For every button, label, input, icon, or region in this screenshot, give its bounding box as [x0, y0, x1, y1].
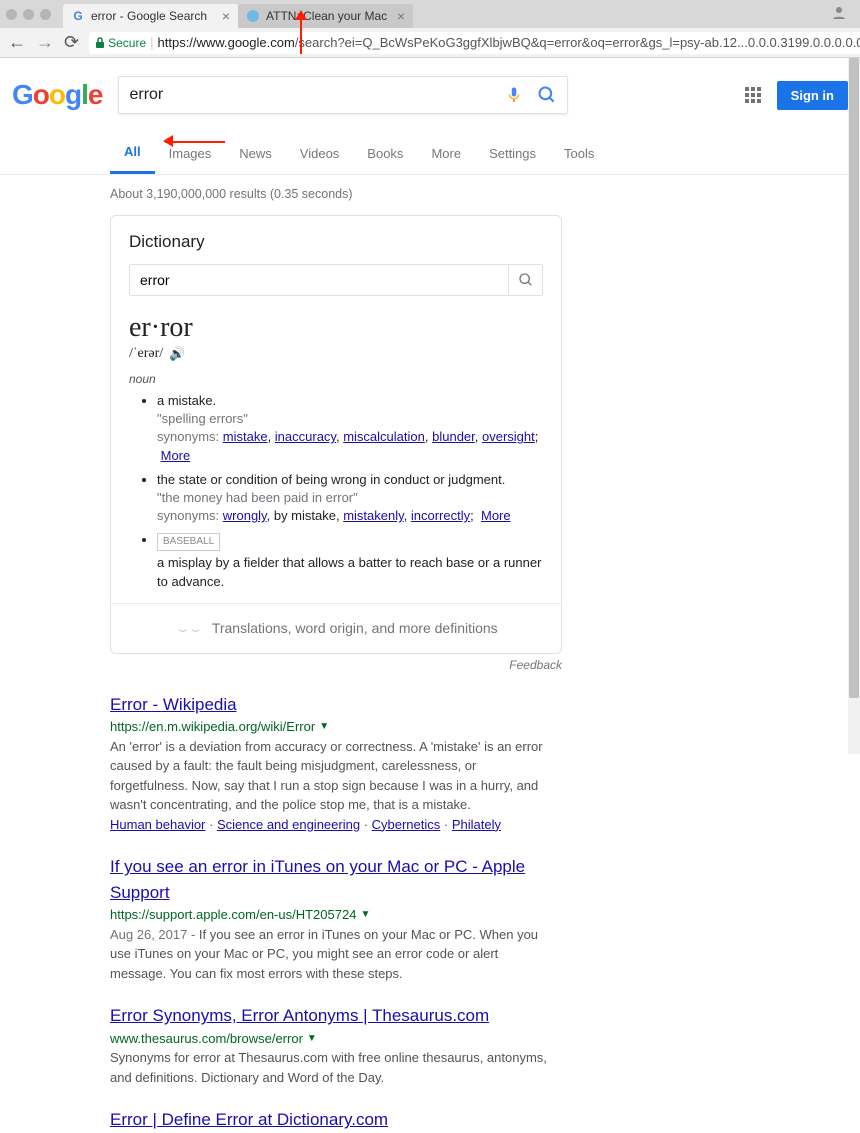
result-snippet: An 'error' is a deviation from accuracy …: [110, 737, 550, 815]
search-result: Error - Wikipedia https://en.m.wikipedia…: [110, 692, 550, 835]
profile-icon[interactable]: [830, 4, 848, 25]
synonym-link[interactable]: mistake: [223, 429, 268, 444]
nav-news[interactable]: News: [225, 134, 286, 173]
apps-icon[interactable]: [745, 87, 761, 103]
signin-button[interactable]: Sign in: [777, 81, 848, 110]
search-box[interactable]: [118, 76, 568, 114]
definition-item: the state or condition of being wrong in…: [157, 471, 543, 526]
result-title[interactable]: Error | Define Error at Dictionary.com: [110, 1110, 388, 1129]
search-result: If you see an error in iTunes on your Ma…: [110, 854, 550, 983]
more-link[interactable]: More: [161, 448, 191, 463]
dropdown-icon[interactable]: ▼: [307, 1031, 317, 1046]
browser-toolbar: ← → ⟳ Secure | https://www.google.com/se…: [0, 28, 860, 58]
nav-tools[interactable]: Tools: [550, 134, 608, 173]
mic-icon[interactable]: [505, 86, 523, 104]
google-favicon: G: [71, 9, 85, 23]
tab-title: error - Google Search: [91, 9, 207, 23]
result-sublink[interactable]: Philately: [452, 817, 501, 832]
definition-item: BASEBALL a misplay by a fielder that all…: [157, 531, 543, 590]
result-stats: About 3,190,000,000 results (0.35 second…: [110, 175, 600, 215]
result-snippet: Aug 26, 2017 - If you see an error in iT…: [110, 925, 550, 984]
dropdown-icon[interactable]: ▼: [360, 907, 370, 922]
synonym-link[interactable]: inaccuracy: [275, 429, 336, 444]
google-logo[interactable]: Google: [12, 79, 102, 111]
tab-strip: G error - Google Search × ATTN: Clean yo…: [63, 0, 830, 28]
search-icon[interactable]: [537, 85, 557, 105]
page-content: Google Sign in All Images News Videos Bo…: [0, 58, 860, 1133]
part-of-speech: noun: [129, 372, 543, 386]
synonym-link[interactable]: miscalculation: [343, 429, 425, 444]
nav-more[interactable]: More: [417, 134, 475, 173]
dictionary-card: Dictionary er·ror /ˈerər/ 🔊 noun a mista…: [110, 215, 562, 654]
vertical-scrollbar[interactable]: [848, 58, 860, 754]
nav-settings[interactable]: Settings: [475, 134, 550, 173]
search-nav: All Images News Videos Books More Settin…: [0, 132, 860, 175]
domain-badge: BASEBALL: [157, 533, 220, 551]
dictionary-search-button[interactable]: [508, 265, 542, 295]
url-text: https://www.google.com/search?ei=Q_BcWsP…: [158, 35, 860, 50]
nav-videos[interactable]: Videos: [286, 134, 354, 173]
result-sublink[interactable]: Science and engineering: [217, 817, 360, 832]
dictionary-search[interactable]: [129, 264, 543, 296]
results-column: About 3,190,000,000 results (0.35 second…: [0, 175, 600, 1133]
feedback-link[interactable]: Feedback: [110, 658, 562, 672]
definition-item: a mistake. "spelling errors" synonyms: m…: [157, 392, 543, 465]
result-sublinks: Human behavior · Science and engineering…: [110, 815, 550, 835]
dictionary-word: er·ror: [129, 312, 543, 344]
search-result: Error | Define Error at Dictionary.com: [110, 1107, 550, 1133]
search-input[interactable]: [129, 86, 505, 104]
result-title[interactable]: Error Synonyms, Error Antonyms | Thesaur…: [110, 1006, 489, 1025]
audio-icon[interactable]: 🔊: [169, 346, 185, 362]
synonym-link[interactable]: wrongly: [223, 508, 267, 523]
result-sublink[interactable]: Human behavior: [110, 817, 205, 832]
result-title[interactable]: If you see an error in iTunes on your Ma…: [110, 857, 525, 902]
close-icon[interactable]: ×: [222, 8, 230, 24]
secure-label: Secure: [108, 36, 146, 50]
dictionary-search-input[interactable]: [130, 265, 508, 295]
forward-button: →: [36, 32, 54, 53]
search-result: Error Synonyms, Error Antonyms | Thesaur…: [110, 1003, 550, 1087]
nav-images[interactable]: Images: [155, 134, 226, 173]
expand-definitions[interactable]: ⌄⌄ Translations, word origin, and more d…: [111, 603, 561, 653]
google-header: Google Sign in: [0, 58, 860, 114]
close-icon[interactable]: ×: [397, 8, 405, 24]
definitions-list: a mistake. "spelling errors" synonyms: m…: [157, 392, 543, 591]
window-title-bar: G error - Google Search × ATTN: Clean yo…: [0, 0, 860, 28]
dictionary-pronunciation: /ˈerər/ 🔊: [129, 346, 543, 362]
result-url[interactable]: www.thesaurus.com/browse/error ▼: [110, 1029, 550, 1049]
browser-tab-inactive[interactable]: ATTN: Clean your Mac ×: [238, 4, 413, 28]
header-right-tools: Sign in: [745, 81, 848, 110]
synonym-link[interactable]: mistakenly: [343, 508, 403, 523]
reload-button[interactable]: ⟳: [64, 32, 79, 53]
more-link[interactable]: More: [481, 508, 511, 523]
page-favicon: [246, 9, 260, 23]
traffic-lights[interactable]: [6, 9, 51, 20]
result-title[interactable]: Error - Wikipedia: [110, 695, 237, 714]
dropdown-icon[interactable]: ▼: [319, 719, 329, 734]
dictionary-heading: Dictionary: [129, 232, 543, 252]
synonym-link[interactable]: oversight: [482, 429, 535, 444]
result-url[interactable]: https://support.apple.com/en-us/HT205724…: [110, 905, 550, 925]
nav-books[interactable]: Books: [353, 134, 417, 173]
result-sublink[interactable]: Cybernetics: [372, 817, 441, 832]
synonym-link[interactable]: blunder: [432, 429, 475, 444]
synonym-link[interactable]: incorrectly: [411, 508, 470, 523]
nav-all[interactable]: All: [110, 132, 155, 174]
result-snippet: Synonyms for error at Thesaurus.com with…: [110, 1048, 550, 1087]
address-bar[interactable]: Secure | https://www.google.com/search?e…: [89, 32, 860, 54]
tab-title: ATTN: Clean your Mac: [266, 9, 387, 23]
secure-indicator[interactable]: Secure: [95, 36, 146, 50]
scroll-thumb[interactable]: [849, 58, 859, 698]
browser-tab-active[interactable]: G error - Google Search ×: [63, 4, 238, 28]
result-url[interactable]: https://en.m.wikipedia.org/wiki/Error ▼: [110, 717, 550, 737]
chevron-down-icon: ⌄⌄: [174, 622, 200, 635]
back-button[interactable]: ←: [8, 32, 26, 53]
